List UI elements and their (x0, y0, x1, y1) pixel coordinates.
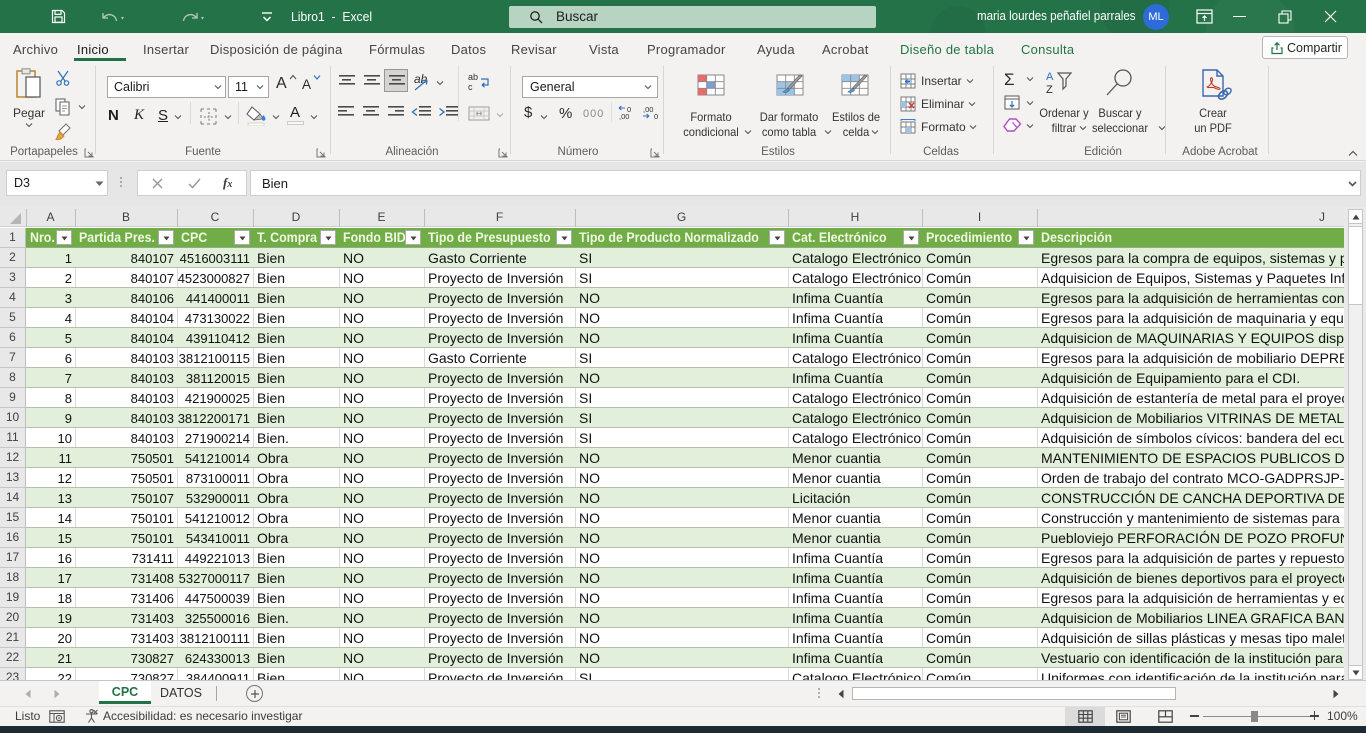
svg-text:,00: ,00 (643, 105, 653, 114)
svg-text:c: c (468, 82, 473, 92)
svg-text:0: 0 (654, 112, 658, 120)
svg-text:A: A (1046, 71, 1054, 83)
svg-text:ab: ab (468, 72, 478, 82)
svg-text:Z: Z (1046, 84, 1053, 96)
svg-text:,00: ,00 (619, 112, 629, 120)
